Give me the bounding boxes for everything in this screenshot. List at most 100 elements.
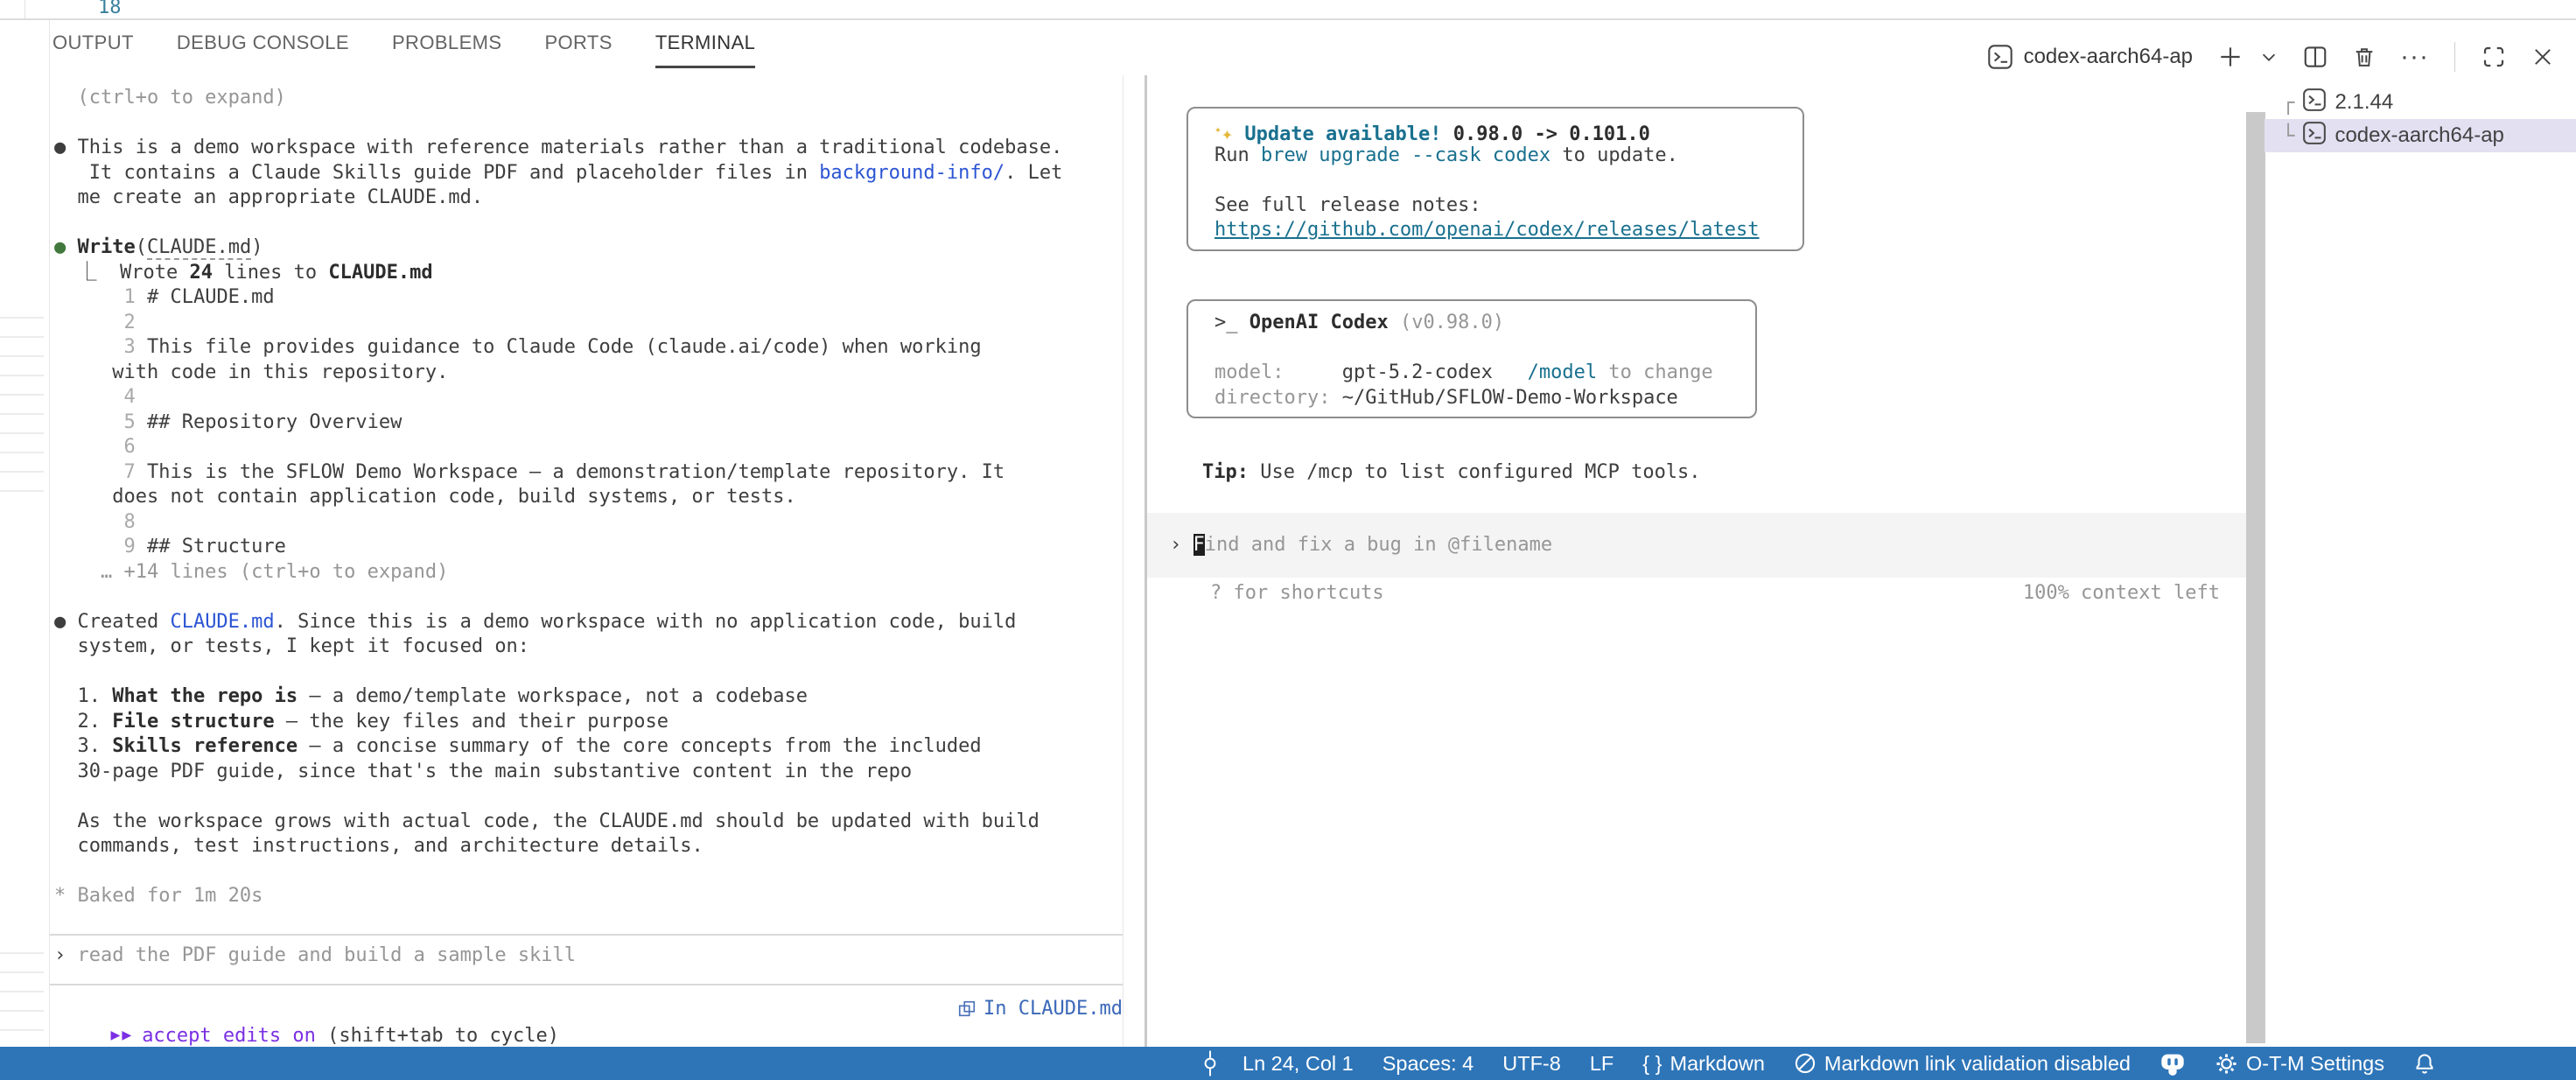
codex-prompt-row[interactable]: › Find and fix a bug in @filename xyxy=(1147,513,2247,578)
claude-prompt-input[interactable]: › read the PDF guide and build a sample … xyxy=(54,943,576,969)
actions-divider xyxy=(2454,42,2455,72)
terminal-line: model: gpt-5.2-codex /model to change xyxy=(1214,361,1755,386)
terminal-text: gpt-5.2-codex xyxy=(1284,361,1492,383)
terminal-text: system, or tests, I kept it focused on: xyxy=(54,635,529,657)
terminal-text: (v0.98.0) xyxy=(1389,312,1504,333)
tab-debug-console[interactable]: DEBUG CONSOLE xyxy=(177,19,349,68)
encoding-indicator[interactable]: UTF-8 xyxy=(1502,1052,1561,1076)
terminal-scrollbar[interactable] xyxy=(2246,112,2265,1043)
terminal-line: (ctrl+o to expand) xyxy=(54,86,1122,111)
tab-output[interactable]: OUTPUT xyxy=(52,19,134,68)
bell-icon xyxy=(2413,1052,2436,1075)
more-actions-button[interactable]: ··· xyxy=(2400,53,2429,61)
terminal-text: — a concise summary of the core concepts… xyxy=(298,735,981,757)
terminal-text: — the key files and their purpose xyxy=(275,711,668,733)
terminal-line xyxy=(54,859,1122,885)
cursor-position-indicator[interactable]: Ln 24, Col 1 xyxy=(1242,1052,1354,1076)
braces-icon: { } xyxy=(1642,1052,1662,1076)
accept-mode-label[interactable]: accept edits on xyxy=(142,1025,327,1047)
terminal-text: OpenAI Codex xyxy=(1250,312,1389,333)
terminal-text: 8 xyxy=(54,511,136,533)
copilot-icon xyxy=(2160,1051,2186,1076)
claude-mode-row: ▶▶accept edits on (shift+tab to cycle) I… xyxy=(54,998,1123,1024)
git-commit-indicator[interactable] xyxy=(1202,1048,1218,1078)
new-terminal-button[interactable] xyxy=(2216,43,2244,71)
split-group-top-glyph: ┌ xyxy=(2282,90,2294,115)
terminal-list-item-selected[interactable]: └ codex-aarch64-ap xyxy=(2264,119,2576,152)
terminal-line xyxy=(1214,168,1802,193)
terminal-link[interactable]: background-info/ xyxy=(819,162,1004,184)
terminal-link[interactable]: https://github.com/openai/codex/releases… xyxy=(1214,219,1760,241)
terminal-line xyxy=(54,111,1122,137)
terminal-list-label: codex-aarch64-ap xyxy=(2334,123,2503,148)
split-terminal-button[interactable] xyxy=(2302,44,2328,70)
terminal-text: 1 xyxy=(54,286,147,308)
terminal-text: 2. xyxy=(54,711,112,733)
terminal-text: ( xyxy=(136,236,147,258)
terminal-line: 2 xyxy=(54,311,1122,336)
claude-input-divider xyxy=(50,984,1123,985)
terminal-list-label: 2.1.44 xyxy=(2334,90,2393,115)
claude-input-divider xyxy=(50,934,1123,936)
terminal-launch-chevron-down-icon[interactable] xyxy=(2259,47,2278,67)
terminal-text xyxy=(54,785,66,807)
editor-bottom-strip: 18 xyxy=(0,0,2576,18)
terminal-line: with code in this repository. xyxy=(54,361,1122,386)
maximize-panel-button[interactable] xyxy=(2481,44,2507,70)
terminal-text xyxy=(1214,337,1226,359)
terminal-link[interactable]: CLAUDE.md xyxy=(170,611,274,633)
sliver-row-lines xyxy=(0,317,44,492)
active-terminal-chip[interactable]: codex-aarch64-ap xyxy=(1987,44,2193,70)
eol-indicator[interactable]: LF xyxy=(1590,1052,1614,1076)
terminal-text: File structure xyxy=(112,711,274,733)
terminal-line: 1 # CLAUDE.md xyxy=(54,285,1122,311)
in-file-indicator[interactable]: In CLAUDE.md xyxy=(957,998,1123,1020)
terminal-text: ## Structure xyxy=(147,536,286,558)
tab-terminal[interactable]: TERMINAL xyxy=(655,19,755,68)
terminal-text: to update. xyxy=(1550,144,1678,166)
copilot-status[interactable] xyxy=(2160,1051,2186,1076)
terminal-line: 5 ## Repository Overview xyxy=(54,410,1122,436)
terminal-text: commands, test instructions, and archite… xyxy=(54,835,704,857)
terminal-line: https://github.com/openai/codex/releases… xyxy=(1214,218,1802,243)
terminal-line: >_ OpenAI Codex (v0.98.0) xyxy=(1214,311,1755,336)
terminal-text: # CLAUDE.md xyxy=(147,286,275,308)
link-validation-indicator[interactable]: Markdown link validation disabled xyxy=(1794,1052,2131,1076)
terminal-line: 7 This is the SFLOW Demo Workspace — a d… xyxy=(54,460,1122,486)
terminal-text: CLAUDE.md xyxy=(328,262,432,284)
terminal-text: 3. xyxy=(54,735,112,757)
terminal-text: Update available! xyxy=(1244,123,1441,145)
tab-ports[interactable]: PORTS xyxy=(544,19,612,68)
terminal-line: me create an appropriate CLAUDE.md. xyxy=(54,186,1122,211)
close-panel-button[interactable] xyxy=(2530,45,2555,69)
codex-tip-line: Tip: Use /mcp to list configured MCP too… xyxy=(1202,460,1701,486)
commit-node-icon xyxy=(1202,1048,1218,1078)
terminal-text: ● This is a demo workspace with referenc… xyxy=(54,137,1062,158)
terminal-text: 4 xyxy=(54,386,136,408)
circle-slash-icon xyxy=(1794,1052,1816,1075)
terminal-list-item[interactable]: ┌ 2.1.44 xyxy=(2264,86,2576,119)
terminal-text: ~/GitHub/SFLOW-Demo-Workspace xyxy=(1330,387,1677,409)
notifications-bell[interactable] xyxy=(2413,1052,2436,1075)
accept-mode-hint: (shift+tab to cycle) xyxy=(327,1025,559,1047)
status-bar: Ln 24, Col 1 Spaces: 4 UTF-8 LF { } Mark… xyxy=(0,1047,2576,1080)
codex-terminal[interactable]: ✦✦ Update available! 0.98.0 -> 0.101.0Ru… xyxy=(1147,75,2247,1047)
terminal-line: 3. Skills reference — a concise summary … xyxy=(54,734,1122,760)
terminal-line xyxy=(54,585,1122,610)
terminal-text: lines to xyxy=(213,262,328,284)
claude-terminal-output[interactable]: (ctrl+o to expand) ● This is a demo work… xyxy=(54,86,1122,909)
settings-status[interactable]: O-T-M Settings xyxy=(2215,1052,2384,1076)
terminal-line: ● Created CLAUDE.md. Since this is a dem… xyxy=(54,610,1122,635)
kill-terminal-button[interactable] xyxy=(2352,45,2376,69)
terminal-line: Run brew upgrade --cask codex to update. xyxy=(1214,144,1802,169)
terminal-line: 6 xyxy=(54,435,1122,460)
terminal-text: It contains a Claude Skills guide PDF an… xyxy=(54,162,819,184)
indentation-indicator[interactable]: Spaces: 4 xyxy=(1382,1052,1474,1076)
tab-problems[interactable]: PROBLEMS xyxy=(392,19,501,68)
terminal-text: model: xyxy=(1214,361,1284,383)
terminal-text: (ctrl+o to expand) xyxy=(54,87,286,109)
panel-tab-bar: OUTPUT DEBUG CONSOLE PROBLEMS PORTS TERM… xyxy=(52,19,755,68)
language-mode-indicator[interactable]: { } Markdown xyxy=(1642,1052,1765,1076)
codex-prompt-input[interactable]: › Find and fix a bug in @filename xyxy=(1170,533,1552,558)
editor-gutter-divider xyxy=(24,0,25,18)
